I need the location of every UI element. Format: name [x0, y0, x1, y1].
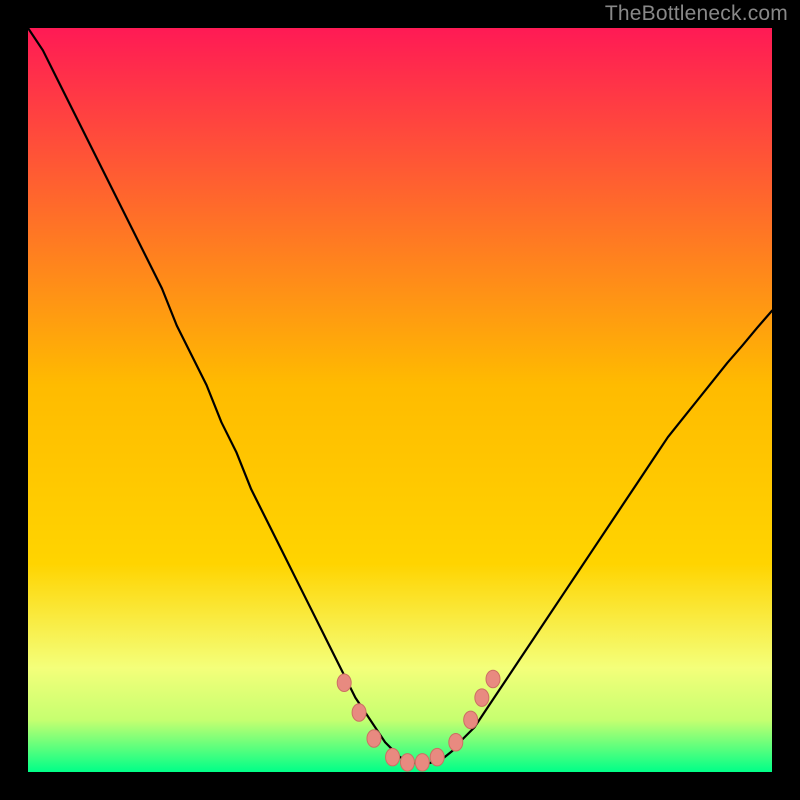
curve-marker [475, 689, 489, 707]
curve-marker [400, 754, 414, 772]
curve-marker [386, 748, 400, 766]
watermark-label: TheBottleneck.com [605, 2, 788, 26]
curve-marker [430, 748, 444, 766]
curve-marker [367, 730, 381, 748]
curve-marker [352, 704, 366, 722]
gradient-background [28, 28, 772, 772]
curve-marker [449, 733, 463, 751]
curve-marker [337, 674, 351, 692]
chart-frame: TheBottleneck.com [0, 0, 800, 800]
curve-marker [464, 711, 478, 729]
curve-marker [415, 754, 429, 772]
curve-marker [486, 670, 500, 688]
bottleneck-plot-svg [28, 28, 772, 772]
plot-area [28, 28, 772, 772]
